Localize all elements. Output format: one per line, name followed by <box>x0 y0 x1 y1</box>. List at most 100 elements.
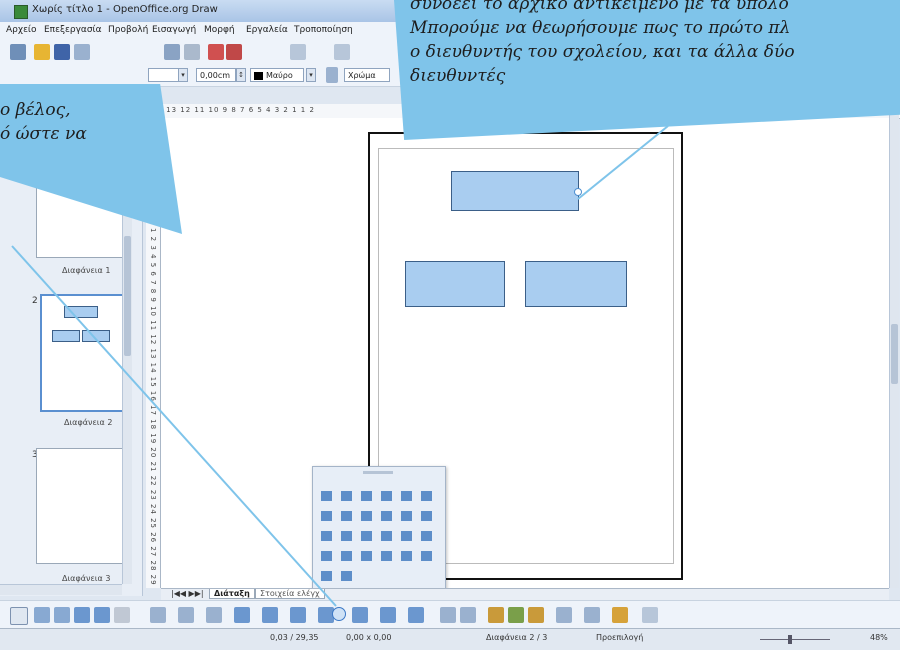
menu-insert[interactable]: Εισαγωγή <box>152 25 196 35</box>
scroll-thumb[interactable] <box>891 324 898 384</box>
layout-name: Προεπιλογή <box>596 633 644 642</box>
flowchart-icon[interactable] <box>352 607 368 623</box>
arrow-line-icon[interactable] <box>54 607 70 623</box>
rectangle-shape-left[interactable] <box>405 261 505 307</box>
open-icon[interactable] <box>34 44 50 60</box>
menu-tools[interactable]: Εργαλεία <box>246 25 288 35</box>
menu-format[interactable]: Μορφή <box>204 25 235 35</box>
pentagon-icon[interactable] <box>381 551 392 561</box>
callout-line: ο διευθυντής του σχολείου, και τα άλλα δ… <box>410 42 795 62</box>
arrow-callout-icon[interactable] <box>401 531 412 541</box>
status-bar: 0,03 / 29,35 0,00 x 0,00 Διαφάνεια 2 / 3… <box>0 628 900 650</box>
arrow-curved-icon[interactable] <box>341 571 352 581</box>
spellcheck-icon[interactable] <box>208 44 224 60</box>
points-icon[interactable] <box>440 607 456 623</box>
menu-edit[interactable]: Επεξεργασία <box>44 25 102 35</box>
arrow-notched-icon[interactable] <box>321 531 332 541</box>
zoom-slider[interactable] <box>760 639 830 640</box>
arrow-s-icon[interactable] <box>421 551 432 561</box>
rectangle-icon[interactable] <box>74 607 90 623</box>
scroll-thumb[interactable] <box>124 236 131 356</box>
callouts-icon[interactable] <box>380 607 396 623</box>
arrow-circular-icon[interactable] <box>321 551 332 561</box>
chevron-down-icon[interactable]: ▾ <box>306 68 316 82</box>
tab-layout[interactable]: Διάταξη <box>209 589 255 599</box>
menu-view[interactable]: Προβολή <box>108 25 148 35</box>
text-icon[interactable] <box>114 607 130 623</box>
rectangle-shape-right[interactable] <box>525 261 627 307</box>
arrow-corner-icon[interactable] <box>381 511 392 521</box>
chevron-down-icon[interactable]: ▾ <box>178 68 188 82</box>
arrow-down-icon[interactable] <box>381 491 392 501</box>
arrow-left-right-icon[interactable] <box>401 491 412 501</box>
arrow-circular-icon[interactable] <box>401 551 412 561</box>
arrow-callout-icon[interactable] <box>421 531 432 541</box>
circles-icon[interactable] <box>262 607 278 623</box>
email-icon[interactable] <box>74 44 90 60</box>
line-color-dropdown[interactable]: Μαύρο <box>250 68 304 82</box>
preview-icon[interactable] <box>184 44 200 60</box>
undo-icon[interactable] <box>334 44 350 60</box>
arrow-up-down-icon[interactable] <box>421 491 432 501</box>
drawing-toolbar <box>0 600 900 629</box>
rotate-icon[interactable] <box>556 607 572 623</box>
arrange-icon[interactable] <box>612 607 628 623</box>
line-width-field[interactable]: 0,00cm <box>196 68 236 82</box>
arrow-3way-icon[interactable] <box>361 511 372 521</box>
block-arrows-icon[interactable] <box>332 607 346 621</box>
rectangle-shape-top[interactable] <box>451 171 582 211</box>
slide-thumbnail-2[interactable] <box>40 294 128 412</box>
line-icon[interactable] <box>34 607 50 623</box>
canvas-scrollbar[interactable] <box>889 104 899 588</box>
arrow-split-down-icon[interactable] <box>321 571 332 581</box>
ellipse-icon[interactable] <box>94 607 110 623</box>
arrow-callout-icon[interactable] <box>361 531 372 541</box>
chevron-icon[interactable] <box>341 511 352 521</box>
align-icon[interactable] <box>584 607 600 623</box>
arrow-4way-icon[interactable] <box>321 511 332 521</box>
3d-objects-icon[interactable] <box>290 607 306 623</box>
tab-controls[interactable]: Στοιχεία ελέγχ <box>255 589 325 599</box>
select-icon[interactable] <box>10 607 28 625</box>
glue-points-icon[interactable] <box>460 607 476 623</box>
lines-arrows-icon[interactable] <box>206 607 222 623</box>
slide-number-2: 2 <box>32 296 38 306</box>
fontwork-icon[interactable] <box>488 607 504 623</box>
slide-pane-hscrollbar[interactable] <box>0 584 122 595</box>
stepper-icon[interactable]: ↕ <box>236 68 246 82</box>
from-file-icon[interactable] <box>508 607 524 623</box>
arrow-right-icon[interactable] <box>341 491 352 501</box>
arrow-callout-icon[interactable] <box>341 531 352 541</box>
arrow-left-icon[interactable] <box>321 491 332 501</box>
print-icon[interactable] <box>164 44 180 60</box>
menu-modify[interactable]: Τροποποίηση <box>294 25 353 35</box>
extrusion-icon[interactable] <box>642 607 658 623</box>
stars-icon[interactable] <box>408 607 424 623</box>
area-style-dropdown[interactable]: Χρώμα <box>344 68 390 82</box>
gallery-icon[interactable] <box>528 607 544 623</box>
autospell-icon[interactable] <box>226 44 242 60</box>
arrow-callout-icon[interactable] <box>381 531 392 541</box>
slide-label-1: Διαφάνεια 1 <box>62 266 111 275</box>
arrow-split-icon[interactable] <box>401 511 412 521</box>
menu-file[interactable]: Αρχείο <box>6 25 37 35</box>
block-arrows-palette <box>312 466 446 594</box>
curve-icon[interactable] <box>150 607 166 623</box>
arrow-circular-icon[interactable] <box>341 551 352 561</box>
zoom-slider-knob[interactable] <box>788 635 792 644</box>
line-style-dropdown[interactable] <box>148 68 182 82</box>
area-icon[interactable] <box>326 67 338 83</box>
save-icon[interactable] <box>54 44 70 60</box>
connector-icon[interactable] <box>178 607 194 623</box>
tab-navigation-icon[interactable]: |◀◀ ▶▶| <box>171 589 204 598</box>
arrow-circular-icon[interactable] <box>361 551 372 561</box>
slide-thumbnail-3[interactable] <box>36 448 128 564</box>
paste-icon[interactable] <box>290 44 306 60</box>
arrow-up-icon[interactable] <box>361 491 372 501</box>
new-icon[interactable] <box>10 44 26 60</box>
rectangles-icon[interactable] <box>234 607 250 623</box>
glue-point[interactable] <box>574 188 582 196</box>
slide-indicator: Διαφάνεια 2 / 3 <box>486 633 548 642</box>
arrow-striped-icon[interactable] <box>421 511 432 521</box>
palette-grip[interactable] <box>363 471 393 474</box>
